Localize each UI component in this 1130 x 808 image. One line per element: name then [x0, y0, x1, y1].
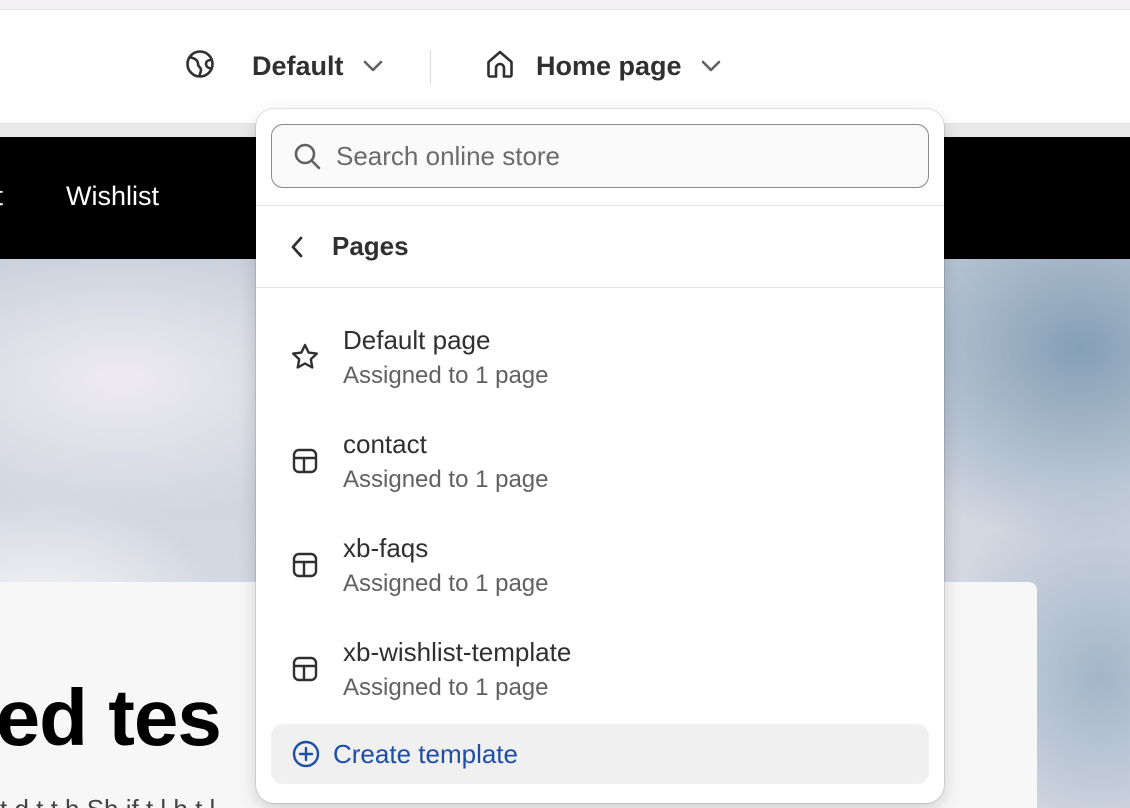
topbar-divider [430, 50, 431, 84]
search-box[interactable] [271, 124, 929, 188]
template-name: Default page [343, 325, 491, 355]
globe-icon [184, 48, 216, 85]
template-item-contact[interactable]: contact Assigned to 1 page [256, 421, 944, 525]
hero-title: ted tes [0, 673, 222, 762]
template-item-xb-faqs[interactable]: xb-faqs Assigned to 1 page [256, 525, 944, 629]
star-icon [290, 342, 320, 372]
template-list: Default page Assigned to 1 page contact … [256, 317, 944, 733]
template-icon [290, 446, 320, 476]
chevron-down-icon [362, 59, 384, 73]
chevron-down-icon [700, 59, 722, 73]
template-dropdown: Pages Default page Assigned to 1 page co… [256, 109, 944, 803]
template-icon [290, 550, 320, 580]
template-item-xb-wishlist-template[interactable]: xb-wishlist-template Assigned to 1 page [256, 629, 944, 733]
nav-link-contact[interactable]: ct [0, 181, 3, 212]
theme-label: Default [252, 50, 344, 81]
template-name: xb-faqs [343, 533, 429, 563]
home-icon [484, 48, 516, 85]
template-name: xb-wishlist-template [343, 637, 572, 667]
create-template-button[interactable]: Create template [271, 724, 929, 784]
divider [256, 287, 944, 288]
hero-text: t d t t h Sh if t l h t l [0, 794, 215, 808]
page-label: Home page [536, 50, 682, 81]
template-assignment: Assigned to 1 page [343, 466, 549, 493]
theme-selector-button[interactable]: Default [184, 46, 384, 86]
template-assignment: Assigned to 1 page [343, 674, 549, 701]
page-selector-button[interactable]: Home page [484, 46, 722, 86]
template-assignment: Assigned to 1 page [343, 570, 549, 597]
chevron-left-icon [290, 235, 304, 259]
template-item-default-page[interactable]: Default page Assigned to 1 page [256, 317, 944, 421]
template-assignment: Assigned to 1 page [343, 362, 549, 389]
plus-circle-icon [291, 739, 321, 769]
template-name: contact [343, 429, 427, 459]
browser-top-strip [0, 0, 1130, 10]
search-icon [292, 141, 322, 171]
back-to-pages-button[interactable]: Pages [256, 206, 944, 287]
create-template-label: Create template [333, 738, 518, 769]
template-icon [290, 654, 320, 684]
search-input[interactable] [336, 140, 896, 172]
nav-link-wishlist[interactable]: Wishlist [66, 181, 159, 212]
section-title: Pages [332, 231, 409, 261]
editor-top-bar: Default Home page [0, 10, 1130, 124]
